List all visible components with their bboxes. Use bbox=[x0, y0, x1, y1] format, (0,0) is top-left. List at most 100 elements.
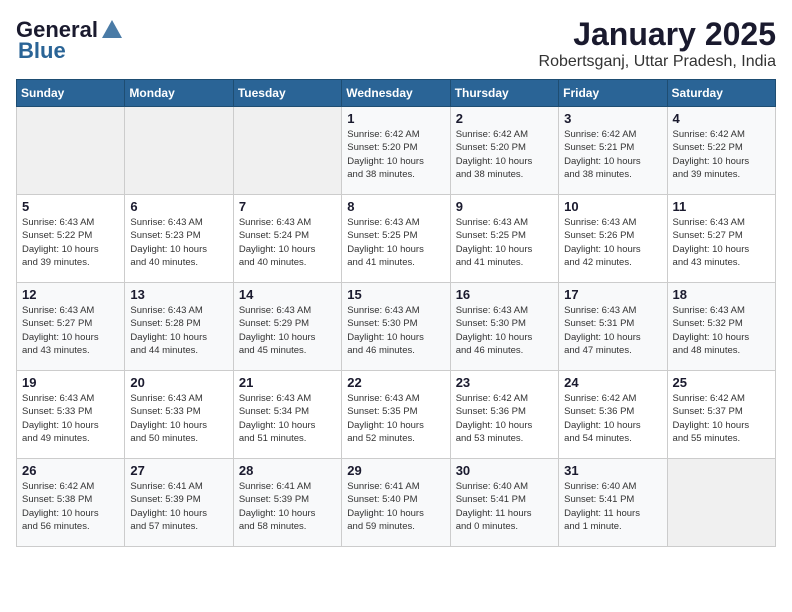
day-info: Sunrise: 6:42 AM Sunset: 5:20 PM Dayligh… bbox=[347, 128, 444, 181]
calendar-week-5: 26 Sunrise: 6:42 AM Sunset: 5:38 PM Dayli… bbox=[17, 459, 776, 547]
day-info: Sunrise: 6:42 AM Sunset: 5:36 PM Dayligh… bbox=[564, 392, 661, 445]
calendar-cell: 20 Sunrise: 6:43 AM Sunset: 5:33 PM Dayli… bbox=[125, 371, 233, 459]
day-number: 26 bbox=[22, 463, 119, 478]
logo: General Blue bbox=[16, 16, 126, 64]
day-number: 27 bbox=[130, 463, 227, 478]
weekday-header-sunday: Sunday bbox=[17, 80, 125, 107]
day-number: 12 bbox=[22, 287, 119, 302]
logo-icon bbox=[98, 16, 126, 44]
calendar-cell: 27 Sunrise: 6:41 AM Sunset: 5:39 PM Dayli… bbox=[125, 459, 233, 547]
calendar-cell: 26 Sunrise: 6:42 AM Sunset: 5:38 PM Dayli… bbox=[17, 459, 125, 547]
calendar-cell: 28 Sunrise: 6:41 AM Sunset: 5:39 PM Dayli… bbox=[233, 459, 341, 547]
day-info: Sunrise: 6:43 AM Sunset: 5:32 PM Dayligh… bbox=[673, 304, 770, 357]
day-info: Sunrise: 6:43 AM Sunset: 5:27 PM Dayligh… bbox=[673, 216, 770, 269]
calendar-cell: 29 Sunrise: 6:41 AM Sunset: 5:40 PM Dayli… bbox=[342, 459, 450, 547]
day-number: 13 bbox=[130, 287, 227, 302]
day-number: 28 bbox=[239, 463, 336, 478]
calendar-cell: 31Sunrise: 6:40 AM Sunset: 5:41 PM Dayli… bbox=[559, 459, 667, 547]
day-info: Sunrise: 6:43 AM Sunset: 5:34 PM Dayligh… bbox=[239, 392, 336, 445]
day-number: 3 bbox=[564, 111, 661, 126]
day-number: 4 bbox=[673, 111, 770, 126]
calendar-cell: 5Sunrise: 6:43 AM Sunset: 5:22 PM Daylig… bbox=[17, 195, 125, 283]
calendar-cell: 30Sunrise: 6:40 AM Sunset: 5:41 PM Dayli… bbox=[450, 459, 558, 547]
calendar-week-1: 1 Sunrise: 6:42 AM Sunset: 5:20 PM Daylig… bbox=[17, 107, 776, 195]
day-number: 23 bbox=[456, 375, 553, 390]
logo-blue: Blue bbox=[18, 38, 66, 64]
day-info: Sunrise: 6:43 AM Sunset: 5:25 PM Dayligh… bbox=[347, 216, 444, 269]
day-info: Sunrise: 6:43 AM Sunset: 5:24 PM Dayligh… bbox=[239, 216, 336, 269]
day-info: Sunrise: 6:41 AM Sunset: 5:39 PM Dayligh… bbox=[130, 480, 227, 533]
calendar-cell: 8 Sunrise: 6:43 AM Sunset: 5:25 PM Daylig… bbox=[342, 195, 450, 283]
day-number: 9 bbox=[456, 199, 553, 214]
day-info: Sunrise: 6:41 AM Sunset: 5:40 PM Dayligh… bbox=[347, 480, 444, 533]
calendar-cell: 15 Sunrise: 6:43 AM Sunset: 5:30 PM Dayli… bbox=[342, 283, 450, 371]
calendar-cell: 4 Sunrise: 6:42 AM Sunset: 5:22 PM Daylig… bbox=[667, 107, 775, 195]
day-number: 14 bbox=[239, 287, 336, 302]
day-info: Sunrise: 6:43 AM Sunset: 5:27 PM Dayligh… bbox=[22, 304, 119, 357]
calendar-cell: 6 Sunrise: 6:43 AM Sunset: 5:23 PM Daylig… bbox=[125, 195, 233, 283]
calendar-cell: 19 Sunrise: 6:43 AM Sunset: 5:33 PM Dayli… bbox=[17, 371, 125, 459]
day-number: 21 bbox=[239, 375, 336, 390]
day-number: 2 bbox=[456, 111, 553, 126]
title-block: January 2025 Robertsganj, Uttar Pradesh,… bbox=[539, 16, 776, 71]
day-info: Sunrise: 6:43 AM Sunset: 5:33 PM Dayligh… bbox=[22, 392, 119, 445]
day-number: 11 bbox=[673, 199, 770, 214]
calendar-cell: 14Sunrise: 6:43 AM Sunset: 5:29 PM Dayli… bbox=[233, 283, 341, 371]
day-number: 10 bbox=[564, 199, 661, 214]
calendar-cell: 10 Sunrise: 6:43 AM Sunset: 5:26 PM Dayli… bbox=[559, 195, 667, 283]
day-number: 7 bbox=[239, 199, 336, 214]
day-info: Sunrise: 6:43 AM Sunset: 5:22 PM Dayligh… bbox=[22, 216, 119, 269]
day-number: 17 bbox=[564, 287, 661, 302]
day-info: Sunrise: 6:43 AM Sunset: 5:30 PM Dayligh… bbox=[456, 304, 553, 357]
calendar-cell: 21 Sunrise: 6:43 AM Sunset: 5:34 PM Dayli… bbox=[233, 371, 341, 459]
day-info: Sunrise: 6:43 AM Sunset: 5:30 PM Dayligh… bbox=[347, 304, 444, 357]
day-info: Sunrise: 6:43 AM Sunset: 5:35 PM Dayligh… bbox=[347, 392, 444, 445]
weekday-header-saturday: Saturday bbox=[667, 80, 775, 107]
day-info: Sunrise: 6:42 AM Sunset: 5:21 PM Dayligh… bbox=[564, 128, 661, 181]
calendar-cell: 13 Sunrise: 6:43 AM Sunset: 5:28 PM Dayli… bbox=[125, 283, 233, 371]
day-info: Sunrise: 6:43 AM Sunset: 5:25 PM Dayligh… bbox=[456, 216, 553, 269]
day-info: Sunrise: 6:42 AM Sunset: 5:20 PM Dayligh… bbox=[456, 128, 553, 181]
day-number: 15 bbox=[347, 287, 444, 302]
day-info: Sunrise: 6:43 AM Sunset: 5:23 PM Dayligh… bbox=[130, 216, 227, 269]
day-info: Sunrise: 6:43 AM Sunset: 5:31 PM Dayligh… bbox=[564, 304, 661, 357]
day-number: 29 bbox=[347, 463, 444, 478]
day-info: Sunrise: 6:42 AM Sunset: 5:36 PM Dayligh… bbox=[456, 392, 553, 445]
day-number: 22 bbox=[347, 375, 444, 390]
day-info: Sunrise: 6:42 AM Sunset: 5:22 PM Dayligh… bbox=[673, 128, 770, 181]
calendar-cell: 9 Sunrise: 6:43 AM Sunset: 5:25 PM Daylig… bbox=[450, 195, 558, 283]
day-number: 24 bbox=[564, 375, 661, 390]
calendar-week-4: 19 Sunrise: 6:43 AM Sunset: 5:33 PM Dayli… bbox=[17, 371, 776, 459]
calendar-cell: 1 Sunrise: 6:42 AM Sunset: 5:20 PM Daylig… bbox=[342, 107, 450, 195]
day-number: 6 bbox=[130, 199, 227, 214]
day-info: Sunrise: 6:42 AM Sunset: 5:38 PM Dayligh… bbox=[22, 480, 119, 533]
calendar-cell: 25Sunrise: 6:42 AM Sunset: 5:37 PM Dayli… bbox=[667, 371, 775, 459]
location-title: Robertsganj, Uttar Pradesh, India bbox=[539, 53, 776, 71]
calendar-cell bbox=[17, 107, 125, 195]
day-info: Sunrise: 6:41 AM Sunset: 5:39 PM Dayligh… bbox=[239, 480, 336, 533]
calendar-cell: 11 Sunrise: 6:43 AM Sunset: 5:27 PM Dayli… bbox=[667, 195, 775, 283]
day-number: 1 bbox=[347, 111, 444, 126]
day-info: Sunrise: 6:43 AM Sunset: 5:33 PM Dayligh… bbox=[130, 392, 227, 445]
day-info: Sunrise: 6:43 AM Sunset: 5:28 PM Dayligh… bbox=[130, 304, 227, 357]
calendar-cell: 24 Sunrise: 6:42 AM Sunset: 5:36 PM Dayli… bbox=[559, 371, 667, 459]
calendar-cell: 22 Sunrise: 6:43 AM Sunset: 5:35 PM Dayli… bbox=[342, 371, 450, 459]
calendar-cell bbox=[125, 107, 233, 195]
calendar-cell: 23 Sunrise: 6:42 AM Sunset: 5:36 PM Dayli… bbox=[450, 371, 558, 459]
weekday-header-wednesday: Wednesday bbox=[342, 80, 450, 107]
calendar-cell: 16 Sunrise: 6:43 AM Sunset: 5:30 PM Dayli… bbox=[450, 283, 558, 371]
calendar-cell bbox=[233, 107, 341, 195]
calendar-cell: 3 Sunrise: 6:42 AM Sunset: 5:21 PM Daylig… bbox=[559, 107, 667, 195]
month-title: January 2025 bbox=[539, 16, 776, 53]
calendar-cell bbox=[667, 459, 775, 547]
day-number: 16 bbox=[456, 287, 553, 302]
day-number: 20 bbox=[130, 375, 227, 390]
weekday-header-thursday: Thursday bbox=[450, 80, 558, 107]
day-number: 19 bbox=[22, 375, 119, 390]
calendar-cell: 2 Sunrise: 6:42 AM Sunset: 5:20 PM Daylig… bbox=[450, 107, 558, 195]
calendar-cell: 7 Sunrise: 6:43 AM Sunset: 5:24 PM Daylig… bbox=[233, 195, 341, 283]
day-number: 8 bbox=[347, 199, 444, 214]
day-info: Sunrise: 6:40 AM Sunset: 5:41 PM Dayligh… bbox=[564, 480, 661, 533]
weekday-header-monday: Monday bbox=[125, 80, 233, 107]
day-info: Sunrise: 6:43 AM Sunset: 5:26 PM Dayligh… bbox=[564, 216, 661, 269]
